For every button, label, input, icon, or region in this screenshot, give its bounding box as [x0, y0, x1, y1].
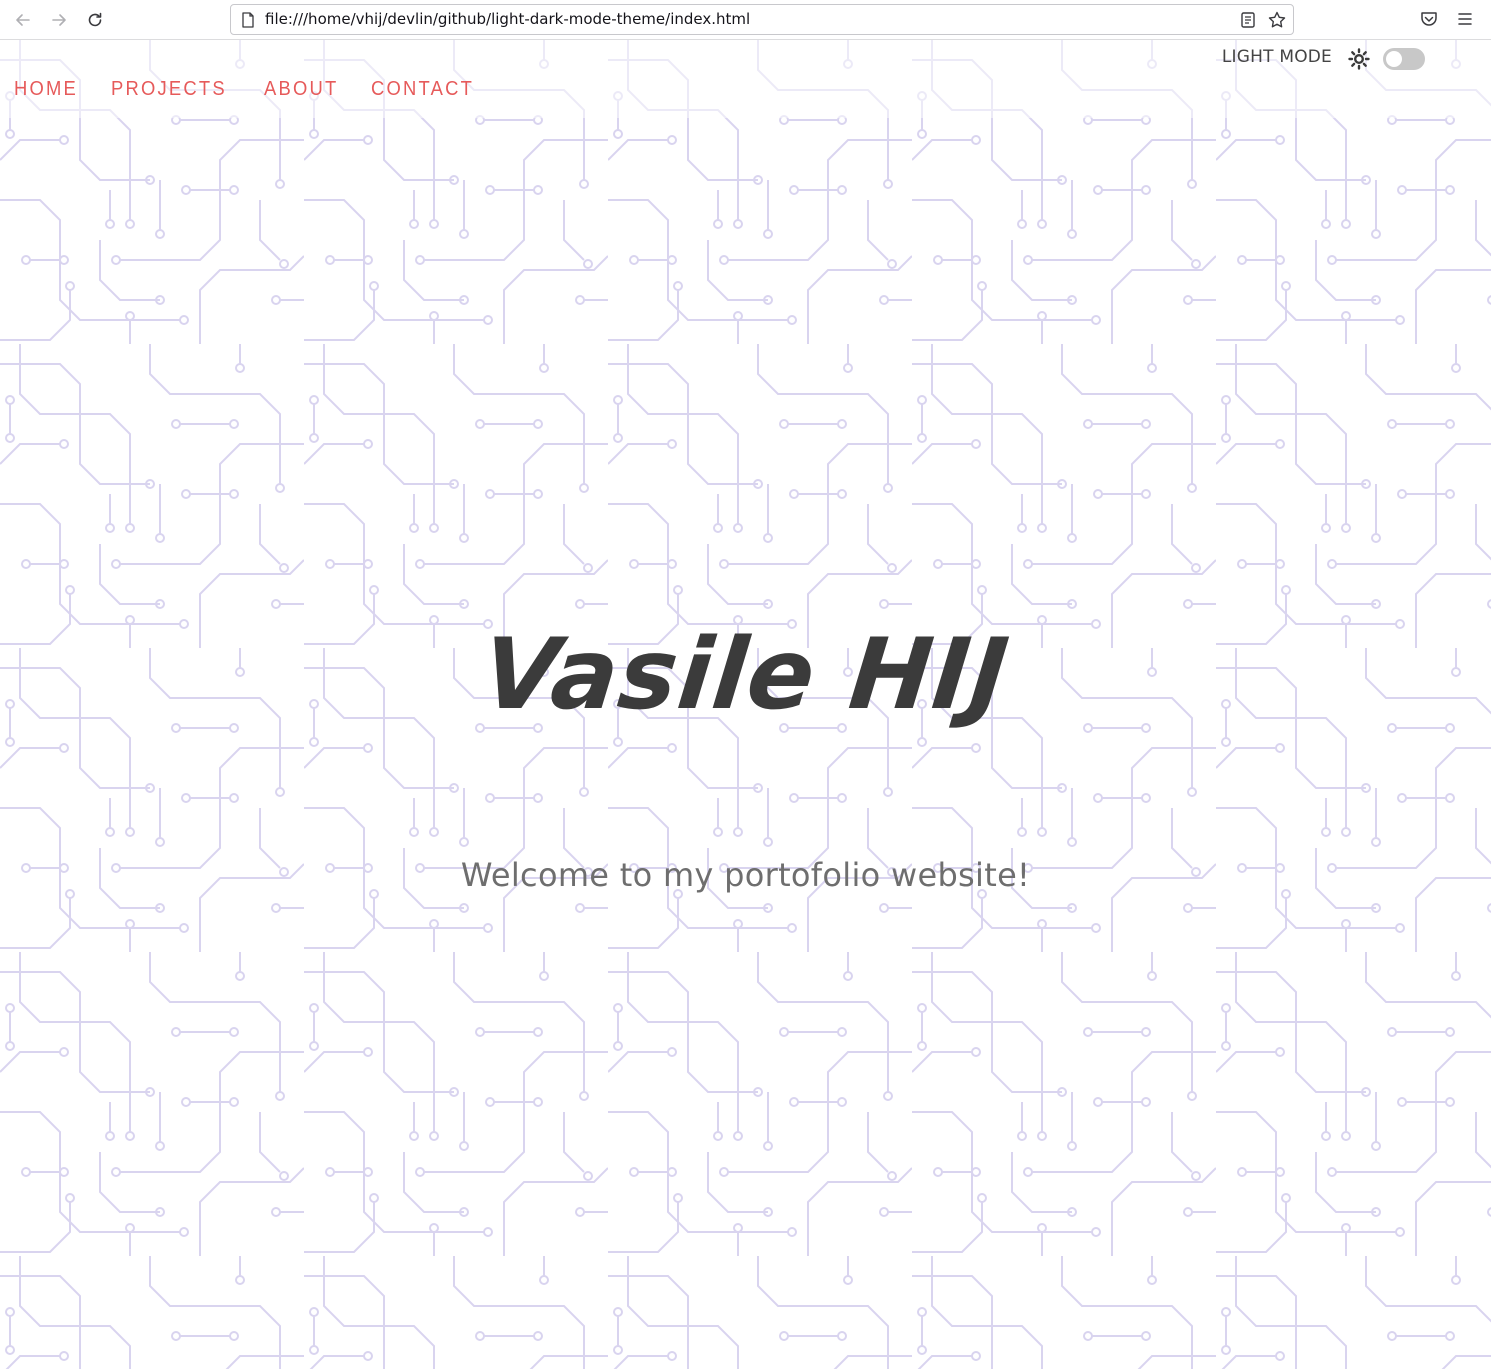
forward-button[interactable]	[47, 8, 71, 32]
url-bar[interactable]: file:///home/vhij/devlin/github/light-da…	[230, 4, 1294, 35]
reload-button[interactable]	[83, 8, 107, 32]
nav-link-about[interactable]: ABOUT	[264, 78, 338, 101]
page-content: HOME PROJECTS ABOUT CONTACT LIGHT MODE V…	[0, 40, 1491, 1369]
nav-link-projects[interactable]: PROJECTS	[111, 78, 227, 101]
theme-mode-label: LIGHT MODE	[1221, 47, 1332, 67]
sun-icon	[1348, 48, 1370, 70]
browser-toolbar: file:///home/vhij/devlin/github/light-da…	[0, 0, 1491, 40]
main-nav: HOME PROJECTS ABOUT CONTACT	[14, 78, 483, 101]
page-icon	[242, 12, 254, 28]
pocket-icon[interactable]	[1419, 9, 1439, 29]
site-navbar: HOME PROJECTS ABOUT CONTACT LIGHT MODE	[0, 40, 1491, 118]
back-arrow-icon	[16, 14, 30, 26]
theme-toggle-switch[interactable]	[1383, 48, 1425, 70]
hero-title: Vasile HIJ	[476, 618, 1015, 732]
theme-switch-wrapper: LIGHT MODE	[1222, 43, 1425, 71]
hero-subtitle: Welcome to my portofolio website!	[460, 856, 1031, 894]
forward-arrow-icon	[52, 14, 66, 26]
toggle-knob	[1386, 51, 1402, 67]
star-icon[interactable]	[1267, 10, 1287, 30]
nav-link-home[interactable]: HOME	[14, 78, 78, 101]
url-text[interactable]: file:///home/vhij/devlin/github/light-da…	[265, 5, 750, 34]
hamburger-menu-icon[interactable]	[1455, 9, 1475, 29]
back-button[interactable]	[11, 8, 35, 32]
reload-icon	[88, 12, 102, 27]
reader-view-icon[interactable]	[1239, 11, 1257, 29]
nav-link-contact[interactable]: CONTACT	[371, 78, 474, 101]
